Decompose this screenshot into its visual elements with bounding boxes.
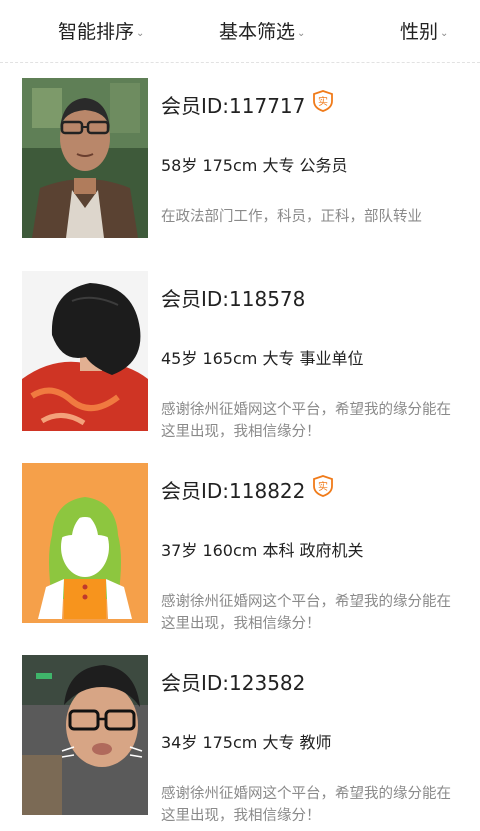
svg-text:实: 实 bbox=[318, 480, 328, 493]
member-list-item[interactable]: 会员ID:123582 34岁 175cm 大专 教师 感谢徐州征婚网这个平台，… bbox=[0, 655, 480, 831]
sort-filter[interactable]: 智能排序 ⌄ bbox=[58, 16, 144, 44]
member-info: 45岁 165cm 大专 事业单位 bbox=[161, 349, 364, 368]
member-description: 感谢徐州征婚网这个平台，希望我的缘分能在这里出现，我相信缘分！ bbox=[161, 594, 451, 632]
member-photo bbox=[22, 271, 148, 431]
member-list-item[interactable]: 会员ID:117717 实 58岁 175cm 大专 公务员 在政法部门工作，科… bbox=[0, 78, 480, 254]
basic-filter-label: 基本筛选 bbox=[219, 20, 296, 43]
member-photo bbox=[22, 655, 148, 815]
verified-badge-icon: 实 bbox=[313, 89, 334, 112]
member-description: 感谢徐州征婚网这个平台，希望我的缘分能在这里出现，我相信缘分！ bbox=[161, 402, 451, 440]
member-description: 在政法部门工作，科员，正科，部队转业 bbox=[161, 209, 422, 225]
sort-filter-label: 智能排序 bbox=[58, 20, 135, 43]
gender-filter[interactable]: 性别 ⌄ bbox=[400, 16, 448, 44]
member-list-item[interactable]: 会员ID:118822 实 37岁 160cm 本科 政府机关 感谢徐州征婚网这… bbox=[0, 463, 480, 639]
member-title-row: 会员ID:118822 实 bbox=[161, 474, 334, 504]
member-title-row: 会员ID:123582 bbox=[161, 667, 305, 696]
verified-badge-icon: 实 bbox=[313, 474, 334, 497]
member-id: 会员ID:118578 bbox=[161, 287, 306, 311]
member-photo bbox=[22, 463, 148, 623]
member-title-row: 会员ID:117717 实 bbox=[161, 89, 334, 119]
chevron-down-icon: ⌄ bbox=[297, 27, 306, 39]
member-photo bbox=[22, 78, 148, 238]
chevron-down-icon: ⌄ bbox=[136, 27, 145, 39]
member-id: 会员ID:118822 bbox=[161, 479, 306, 503]
basic-filter[interactable]: 基本筛选 ⌄ bbox=[219, 16, 305, 44]
member-id: 会员ID:123582 bbox=[161, 671, 306, 695]
member-id: 会员ID:117717 bbox=[161, 94, 306, 118]
member-title-row: 会员ID:118578 bbox=[161, 283, 305, 312]
filter-bar: 智能排序 ⌄ 基本筛选 ⌄ 性别 ⌄ bbox=[0, 0, 480, 63]
member-info: 58岁 175cm 大专 公务员 bbox=[161, 156, 348, 175]
gender-filter-label: 性别 bbox=[400, 20, 439, 43]
svg-text:实: 实 bbox=[318, 95, 328, 108]
member-description: 感谢徐州征婚网这个平台，希望我的缘分能在这里出现，我相信缘分！ bbox=[161, 786, 451, 824]
member-info: 34岁 175cm 大专 教师 bbox=[161, 733, 332, 752]
member-list-item[interactable]: 会员ID:118578 45岁 165cm 大专 事业单位 感谢徐州征婚网这个平… bbox=[0, 271, 480, 447]
member-info: 37岁 160cm 本科 政府机关 bbox=[161, 541, 364, 560]
chevron-down-icon: ⌄ bbox=[440, 27, 449, 39]
